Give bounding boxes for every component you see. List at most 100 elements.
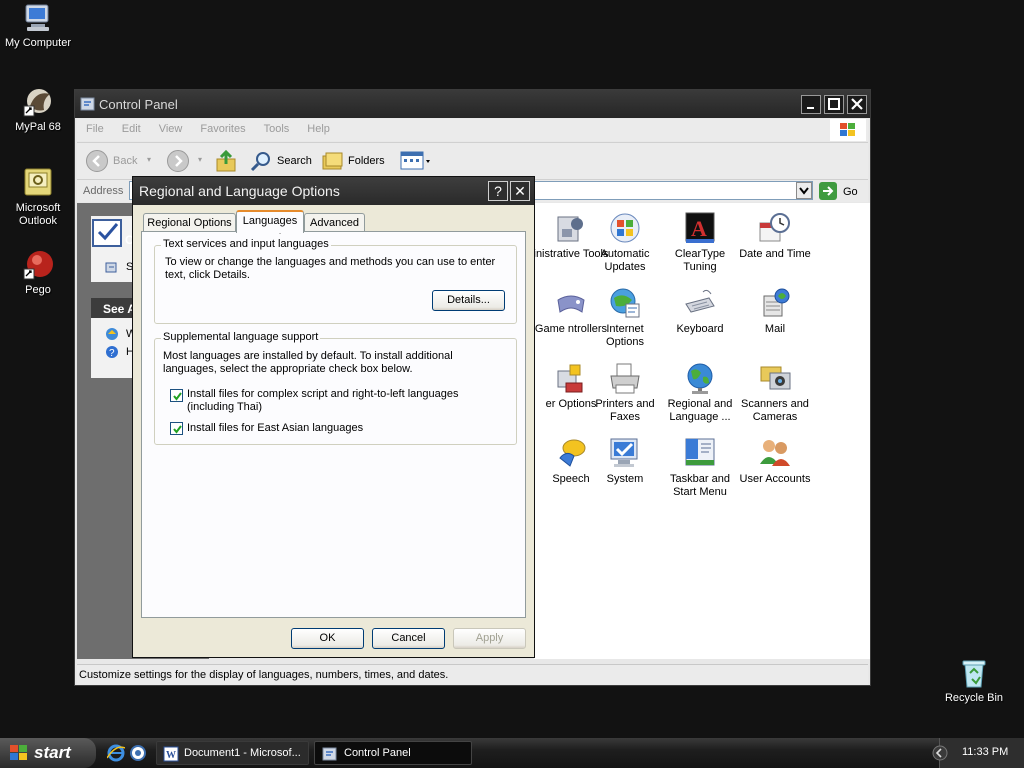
menu-file[interactable]: File	[77, 119, 113, 135]
forward-button[interactable]	[166, 149, 190, 173]
desktop-icon-mypal[interactable]: MyPal 68	[0, 86, 78, 134]
close-button[interactable]	[847, 95, 867, 114]
system-icon	[608, 436, 642, 470]
details-button[interactable]: Details...	[432, 290, 505, 311]
dialog-close-button[interactable]: ✕	[510, 181, 530, 201]
up-folder-icon	[216, 149, 236, 172]
svg-text:W: W	[166, 750, 176, 761]
cp-item-printers-and-faxes[interactable]: Printers and Faxes	[586, 361, 664, 424]
show-hidden-icons-chevron-icon[interactable]	[932, 745, 948, 761]
cp-item-keyboard[interactable]: Keyboard	[661, 286, 739, 336]
back-arrow-icon	[86, 150, 108, 172]
start-button[interactable]: start	[0, 738, 96, 768]
menu-favorites[interactable]: Favorites	[191, 119, 254, 135]
folders-button[interactable]: Folders	[321, 149, 387, 173]
cp-item-automatic-updates[interactable]: Automatic Updates	[586, 211, 664, 274]
task-label: Control Panel	[344, 747, 411, 759]
back-dropdown-icon[interactable]: ▾	[147, 155, 151, 164]
keyboard-icon	[683, 286, 717, 320]
cp-item-label: Taskbar and Start Menu	[670, 473, 730, 498]
desktop-icon-pego[interactable]: Pego	[0, 249, 78, 297]
cp-item-mail[interactable]: Mail	[736, 286, 814, 336]
administrative-tools-icon	[554, 211, 588, 245]
speech-icon	[554, 436, 588, 470]
menu-view[interactable]: View	[150, 119, 192, 135]
close-icon: ✕	[514, 183, 526, 199]
help-icon: ?	[106, 346, 118, 359]
tab-advanced[interactable]: Advanced	[304, 213, 365, 232]
address-dropdown-button[interactable]	[796, 182, 812, 199]
status-text: Customize settings for the display of la…	[79, 669, 449, 681]
control-panel-large-icon	[92, 219, 122, 247]
windows-flag-icon	[830, 119, 866, 141]
text-services-description: To view or change the languages and meth…	[165, 256, 496, 281]
address-label: Address	[83, 185, 124, 197]
complex-script-label[interactable]: Install files for complex script and rig…	[187, 388, 507, 414]
desktop-icon-my-computer[interactable]: My Computer	[0, 2, 78, 50]
cp-item-label: Regional and Language ...	[667, 398, 733, 423]
complex-script-checkbox[interactable]	[170, 389, 183, 402]
printer-icon	[608, 361, 642, 395]
pego-icon	[22, 249, 54, 281]
control-panel-content: inistrative Tools Automatic Updates A Cl…	[534, 203, 870, 659]
clock[interactable]: 11:33 PM	[962, 746, 1008, 758]
text-services-group: Text services and input languages To vie…	[154, 238, 517, 324]
back-button[interactable]: Back	[85, 149, 147, 173]
east-asian-label[interactable]: Install files for East Asian languages	[187, 422, 507, 435]
search-icon	[250, 152, 270, 172]
maximize-button[interactable]	[824, 95, 844, 114]
cp-item-date-and-time[interactable]: Date and Time	[736, 211, 814, 261]
task-word-document[interactable]: W Document1 - Microsof...	[156, 741, 309, 765]
dialog-titlebar[interactable]: Regional and Language Options ? ✕	[133, 177, 534, 205]
status-bar: Customize settings for the display of la…	[77, 664, 868, 685]
chevron-down-icon	[799, 187, 809, 195]
desktop-icon-recycle-bin[interactable]: Recycle Bin	[934, 657, 1014, 705]
tab-languages[interactable]: Languages	[236, 210, 304, 233]
cp-item-user-accounts[interactable]: User Accounts	[736, 436, 814, 486]
menu-help[interactable]: Help	[298, 119, 339, 135]
desktop-icon-label: Recycle Bin	[944, 692, 1004, 704]
cp-item-internet-options[interactable]: Internet Options	[586, 286, 664, 349]
languages-tab-panel: Text services and input languages To vie…	[141, 231, 526, 618]
go-label: Go	[843, 186, 858, 198]
close-icon	[851, 98, 863, 110]
up-folder-button[interactable]	[214, 149, 238, 173]
desktop-icon-label: MyPal 68	[15, 121, 61, 133]
east-asian-checkbox[interactable]	[170, 422, 183, 435]
cp-item-taskbar-and-start-menu[interactable]: Taskbar and Start Menu	[661, 436, 739, 499]
cp-item-regional-and-language[interactable]: Regional and Language ...	[661, 361, 739, 424]
cp-item-label: System	[606, 473, 644, 485]
internet-explorer-icon[interactable]	[107, 744, 125, 762]
apply-button[interactable]: Apply	[453, 628, 526, 649]
go-button[interactable]: Go	[818, 181, 862, 201]
minimize-button[interactable]	[801, 95, 821, 114]
menu-edit[interactable]: Edit	[113, 119, 150, 135]
search-button[interactable]: Search	[249, 149, 313, 173]
cp-item-cleartype-tuning[interactable]: A ClearType Tuning	[661, 211, 739, 274]
quick-launch-icon[interactable]	[129, 744, 147, 762]
ok-button[interactable]: OK	[291, 628, 364, 649]
desktop-icon-outlook[interactable]: Microsoft Outlook	[0, 167, 78, 228]
menu-tools[interactable]: Tools	[255, 119, 299, 135]
cp-item-label: Date and Time	[739, 248, 811, 260]
power-options-icon	[554, 361, 588, 395]
views-button[interactable]	[399, 149, 433, 173]
cp-item-system[interactable]: System	[586, 436, 664, 486]
window-titlebar[interactable]: Control Panel	[75, 90, 870, 118]
user-accounts-icon	[758, 436, 792, 470]
cancel-button[interactable]: Cancel	[372, 628, 445, 649]
system-tray: 11:33 PM	[932, 738, 1024, 768]
go-arrow-icon	[819, 182, 837, 200]
cp-item-scanners-and-cameras[interactable]: Scanners and Cameras	[736, 361, 814, 424]
svg-text:A: A	[691, 216, 707, 241]
taskbar-icon	[683, 436, 717, 470]
tab-regional-options[interactable]: Regional Options	[143, 213, 236, 232]
forward-dropdown-icon[interactable]: ▾	[198, 155, 202, 164]
task-control-panel[interactable]: Control Panel	[314, 741, 472, 765]
supplemental-description: Most languages are installed by default.…	[163, 350, 453, 375]
see-also-title: See A	[103, 302, 136, 316]
cp-item-label: Automatic Updates	[600, 248, 650, 273]
taskbar: start W Document1 - Microsof... Control …	[0, 738, 1024, 768]
task-label: Document1 - Microsof...	[184, 747, 301, 759]
help-button[interactable]: ?	[488, 181, 508, 201]
